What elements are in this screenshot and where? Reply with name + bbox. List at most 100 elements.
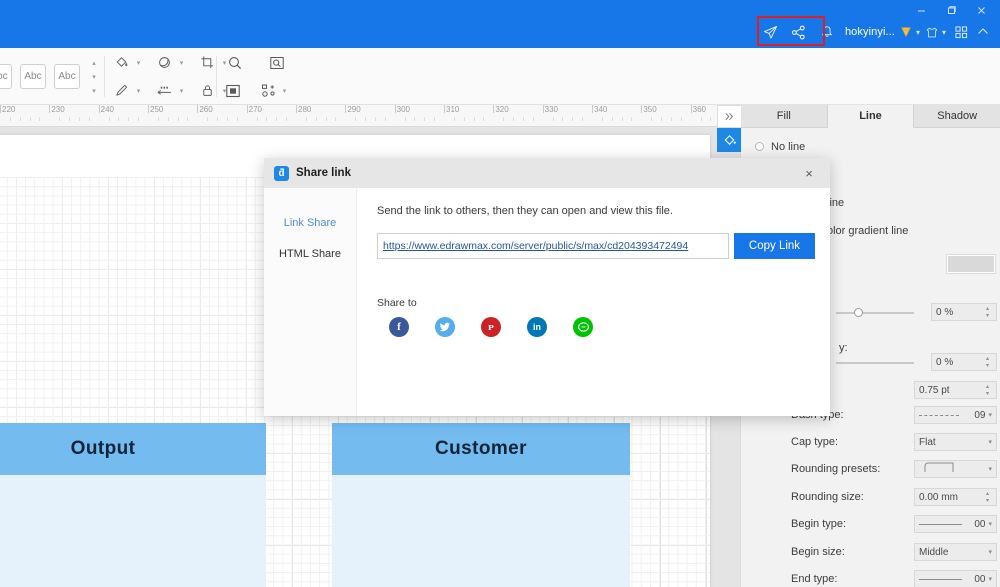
gem-caret-icon[interactable]: ▾	[916, 28, 920, 37]
text-style-button[interactable]: Abc	[20, 64, 46, 89]
copy-link-button[interactable]: Copy Link	[734, 233, 815, 259]
share-url-input[interactable]: https://www.edrawmax.com/server/public/s…	[377, 233, 729, 259]
ruler-minor-tick	[226, 117, 228, 121]
dash-type-dropdown[interactable]: 09 ▾	[914, 406, 997, 424]
slider-knob[interactable]	[854, 308, 863, 317]
share-to-label: Share to	[377, 297, 417, 309]
shape-header-output[interactable]: Output	[0, 423, 266, 475]
restore-button[interactable]	[936, 0, 966, 20]
tab-line[interactable]: Line	[827, 105, 915, 128]
ruler-tick	[542, 105, 544, 113]
chevron-down-icon[interactable]: ▾	[988, 438, 992, 446]
spinner-up-down[interactable]: ▴ ▾	[983, 356, 992, 369]
bell-icon[interactable]	[813, 19, 841, 45]
end-type-dropdown[interactable]: 00 ▾	[914, 570, 997, 587]
spinner-up-down[interactable]: ▴ ▾	[983, 384, 992, 397]
chevron-down-icon[interactable]: ▾	[988, 465, 992, 473]
sidebar-item-link-share[interactable]: Link Share	[264, 212, 356, 234]
rounding-size-field[interactable]: 0.00 mm ▴ ▾	[914, 488, 997, 506]
ruler-tick	[98, 105, 100, 113]
shape-body-customer[interactable]	[332, 475, 630, 587]
radio-gradient-line-label[interactable]: olor gradient line	[827, 225, 908, 237]
lock-icon[interactable]	[196, 80, 218, 102]
line-preview-icon	[919, 578, 962, 580]
pen-caret-icon[interactable]: ▾	[134, 87, 143, 95]
rounding-presets-dropdown[interactable]: ▾	[914, 460, 997, 478]
dialog-close-button[interactable]: ×	[796, 158, 822, 188]
spinner-up-down[interactable]: ▴ ▾	[983, 306, 992, 319]
tab-shadow[interactable]: Shadow	[914, 105, 1000, 128]
connector-icon[interactable]	[258, 80, 280, 102]
fill-bucket-icon[interactable]	[110, 52, 132, 74]
user-name[interactable]: hokyinyi...	[845, 26, 895, 38]
line-style-caret-icon[interactable]: ▾	[177, 87, 186, 95]
tab-fill[interactable]: Fill	[741, 105, 828, 128]
field-value: 00	[974, 518, 986, 530]
transparency-value-field[interactable]: 0 % ▴ ▾	[931, 303, 997, 321]
text-style-button[interactable]: Abc	[54, 64, 80, 89]
send-icon[interactable]	[757, 19, 785, 45]
chevron-down-icon[interactable]: ▾	[988, 548, 992, 556]
linkedin-icon[interactable]: in	[527, 317, 547, 337]
sidebar-item-html-share[interactable]: HTML Share	[264, 243, 356, 265]
minimize-button[interactable]	[906, 0, 936, 20]
ruler-minor-tick	[651, 117, 653, 121]
dash-preview-icon	[919, 414, 959, 416]
style-gallery-spinner[interactable]: ▴ ▾ ▾	[88, 53, 100, 100]
ruler-minor-tick	[286, 117, 288, 121]
ruler-minor-tick	[404, 117, 406, 121]
fill-dropdown-caret-icon[interactable]: ▾	[134, 59, 143, 67]
crop-icon[interactable]	[196, 52, 218, 74]
field-value: 0 %	[936, 306, 954, 318]
shirt-icon[interactable]	[924, 19, 940, 45]
line-style-icon[interactable]	[153, 80, 175, 102]
ruler-minor-tick	[582, 117, 584, 121]
connector-caret-icon[interactable]: ▾	[280, 87, 289, 95]
find-replace-icon[interactable]	[266, 52, 288, 74]
horizontal-ruler[interactable]: 220 230 240 250 260 270 280 290 300 310 320 330 340 3…	[0, 105, 740, 127]
text-style-button[interactable]: Abc	[0, 64, 12, 89]
pinterest-icon[interactable]: ᴘ	[481, 317, 501, 337]
line-icon[interactable]	[573, 317, 593, 337]
secondary-slider[interactable]	[836, 357, 914, 369]
fill-bucket-icon[interactable]	[717, 128, 741, 152]
ruler-minor-tick	[513, 117, 515, 121]
ruler-minor-tick	[207, 117, 209, 121]
apps-grid-icon[interactable]	[950, 19, 972, 45]
facebook-icon[interactable]: f	[389, 317, 409, 337]
ruler-minor-tick	[453, 117, 455, 121]
gem-icon[interactable]	[898, 19, 914, 45]
shape-fill-caret-icon[interactable]: ▾	[177, 59, 186, 67]
panel-expand-button[interactable]	[717, 105, 741, 128]
ruler-minor-tick	[305, 117, 307, 121]
shape-body-output[interactable]	[0, 475, 266, 587]
line-color-swatch[interactable]	[947, 255, 995, 273]
ruler-minor-tick	[434, 117, 436, 121]
twitter-icon[interactable]	[435, 317, 455, 337]
share-url-text[interactable]: https://www.edrawmax.com/server/public/s…	[383, 240, 688, 252]
pen-icon[interactable]	[110, 80, 132, 102]
radio-no-line[interactable]: No line	[755, 141, 805, 153]
close-button[interactable]	[966, 0, 996, 20]
secondary-value-field[interactable]: 0 % ▴ ▾	[931, 353, 997, 371]
select-area-icon[interactable]	[222, 80, 244, 102]
share-icon[interactable]	[785, 19, 813, 45]
chevron-down-icon[interactable]: ▾	[988, 520, 992, 528]
ruler-minor-tick	[256, 117, 258, 121]
ruler-label: 260	[199, 105, 213, 114]
line-weight-field[interactable]: 0.75 pt ▴ ▾	[914, 381, 997, 399]
shape-fill-icon[interactable]	[153, 52, 175, 74]
cap-type-dropdown[interactable]: Flat ▾	[914, 433, 997, 451]
begin-type-dropdown[interactable]: 00 ▾	[914, 515, 997, 533]
shape-header-customer[interactable]: Customer	[332, 423, 630, 475]
chevron-down-icon[interactable]: ▾	[988, 575, 992, 583]
zoom-search-icon[interactable]	[224, 52, 246, 74]
shirt-caret-icon[interactable]: ▾	[942, 28, 946, 37]
transparency-slider[interactable]	[836, 307, 914, 319]
ruler-minor-tick	[157, 117, 159, 121]
chevron-up-icon[interactable]	[972, 19, 994, 45]
begin-size-dropdown[interactable]: Middle ▾	[914, 543, 997, 561]
ruler-minor-tick	[39, 117, 41, 121]
chevron-down-icon[interactable]: ▾	[988, 411, 992, 419]
spinner-up-down[interactable]: ▴ ▾	[983, 491, 992, 504]
